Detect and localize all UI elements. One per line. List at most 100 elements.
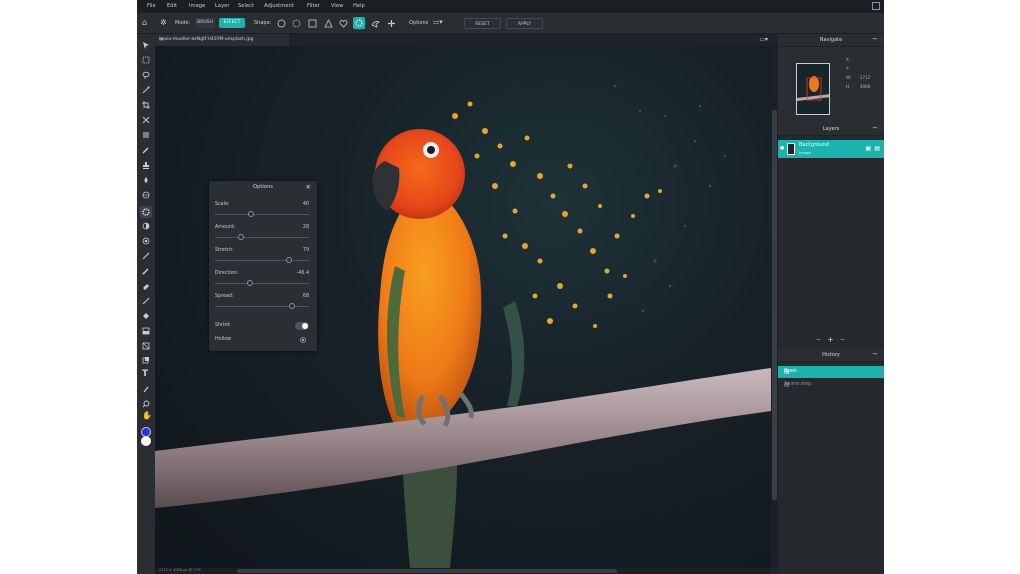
apply-button[interactable]: APPLY (506, 18, 543, 29)
vertical-scrollbar[interactable] (771, 46, 778, 568)
slider-track[interactable] (215, 260, 309, 261)
effect-tool-icon[interactable] (140, 206, 152, 218)
layer-type: Image (799, 150, 811, 155)
shape-triangle-icon[interactable] (324, 19, 333, 28)
frame-tool-icon[interactable] (142, 131, 150, 139)
layer-down-icon[interactable]: − (816, 336, 821, 343)
direction-value: -46.4 (296, 271, 309, 276)
slice-tool-icon[interactable] (142, 116, 150, 124)
crop-tool-icon[interactable] (142, 101, 150, 109)
mode-brush-button[interactable]: BRUSH (195, 18, 215, 28)
shrink-toggle[interactable] (295, 322, 309, 330)
shape-heart-icon[interactable] (339, 19, 348, 28)
layer-menu-icon[interactable]: ▤ (874, 145, 880, 152)
menu-bar: File Edit Image Layer Select Adjustment … (137, 0, 884, 14)
menu-help[interactable]: Help (353, 3, 365, 9)
layers-panel (778, 136, 884, 350)
path-select-tool-icon[interactable] (142, 385, 150, 393)
shape-square-icon[interactable] (308, 19, 317, 28)
layer-thumbnail (787, 143, 795, 155)
layers-tool-icon[interactable] (142, 356, 150, 364)
slider-handle[interactable] (246, 280, 253, 286)
menu-view[interactable]: View (331, 3, 343, 9)
sphere-tool-icon[interactable] (142, 191, 150, 199)
background-color-swatch[interactable] (141, 436, 151, 446)
sponge-tool-icon[interactable] (142, 237, 150, 245)
brush-tool-icon[interactable] (142, 267, 150, 275)
menu-select[interactable]: Select (238, 3, 254, 9)
menu-layer[interactable]: Layer (215, 3, 229, 9)
drop-tool-icon[interactable] (142, 176, 150, 184)
layers-title: Layers (822, 126, 840, 132)
menu-edit[interactable]: Edit (167, 3, 177, 9)
eraser-tool-icon[interactable] (142, 282, 150, 290)
visibility-icon[interactable]: ● (780, 145, 784, 151)
document-tab[interactable]: bexio-mueller-aeNgtFH4SYM-unsplash.jpg × (155, 34, 289, 46)
amount-slider[interactable]: Amount: 28 (215, 225, 311, 245)
slider-handle[interactable] (247, 211, 254, 217)
history-title: History (822, 352, 840, 358)
history-item[interactable]: Open ▤ (778, 366, 884, 378)
shape-bird-icon[interactable] (371, 19, 380, 28)
slider-track[interactable] (215, 283, 309, 284)
slider-track[interactable] (215, 237, 309, 238)
horizontal-scrollbar[interactable] (155, 568, 771, 574)
stamp-tool-icon[interactable] (142, 161, 150, 169)
spread-slider[interactable]: Spread: 68 (215, 294, 311, 314)
slider-handle[interactable] (289, 303, 296, 309)
foreground-color-swatch[interactable] (141, 427, 151, 437)
collapse-icon[interactable]: − (872, 124, 878, 132)
reset-button[interactable]: RESET (464, 18, 501, 29)
close-icon[interactable]: ✕ (306, 183, 311, 191)
lasso-tool-icon[interactable] (142, 71, 150, 79)
type-tool-icon[interactable]: T (142, 370, 150, 379)
shape-cross-icon[interactable] (387, 19, 396, 28)
window-button[interactable] (872, 2, 880, 10)
shape-circle-dashed-icon[interactable] (292, 19, 301, 28)
layer-row[interactable]: ● Background Image ▣ ▤ (778, 140, 884, 158)
home-icon[interactable]: ⌂ (142, 18, 147, 27)
dodge-tool-icon[interactable] (142, 222, 150, 230)
horizontal-scroll-thumb[interactable] (237, 569, 617, 573)
options-bar: ⌂ ✲ Mode: BRUSH EFFECT Shape: Options ⚏▾… (137, 14, 884, 34)
menu-filter[interactable]: Filter (307, 3, 320, 9)
smudge-tool-icon[interactable] (142, 297, 150, 305)
menu-adjustment[interactable]: Adjustment (264, 3, 294, 9)
eyedropper-tool-icon[interactable] (142, 146, 150, 154)
scale-slider[interactable]: Scale: 40 (215, 202, 311, 222)
marquee-tool-icon[interactable] (142, 56, 150, 64)
history-item[interactable]: Anime step ▤ (778, 379, 884, 391)
shape-tool-icon[interactable] (142, 342, 150, 350)
shape-circle-icon[interactable] (277, 19, 286, 28)
mode-effect-button[interactable]: EFFECT (219, 18, 245, 28)
hollow-radio[interactable] (300, 337, 306, 343)
options-dropdown-icon[interactable]: ⚏▾ (433, 18, 443, 26)
menu-image[interactable]: Image (189, 3, 205, 9)
lock-icon[interactable]: ▣ (865, 145, 871, 152)
move-tool-icon[interactable] (142, 41, 150, 49)
navigator-thumbnail[interactable] (796, 63, 830, 115)
zoom-tool-icon[interactable] (142, 400, 150, 408)
magic-wand-tool-icon[interactable] (142, 86, 150, 94)
slider-handle[interactable] (238, 234, 245, 240)
layer-up-icon[interactable]: − (840, 336, 845, 343)
vertical-scroll-thumb[interactable] (772, 110, 777, 500)
direction-slider[interactable]: Direction: -46.4 (215, 271, 311, 291)
stretch-slider[interactable]: Stretch: 79 (215, 248, 311, 268)
collapse-icon[interactable]: − (872, 35, 878, 43)
menu-file[interactable]: File (147, 3, 156, 9)
collapse-icon[interactable]: − (872, 350, 878, 358)
options-dialog-title: Options (252, 184, 273, 190)
pen-tool-icon[interactable] (142, 252, 150, 260)
slider-handle[interactable] (286, 257, 293, 263)
slider-track[interactable] (215, 214, 309, 215)
height-label: H: (846, 84, 851, 89)
add-layer-icon[interactable]: + (827, 335, 834, 344)
hand-tool-icon[interactable]: ✋ (142, 412, 152, 420)
tab-close-icon[interactable]: × (159, 36, 285, 43)
shape-gear-icon[interactable] (353, 17, 365, 29)
settings-icon[interactable]: ✲ (160, 18, 167, 27)
panel-toggle-icon[interactable]: ▭▾ (759, 36, 768, 43)
gradient-tool-icon[interactable] (142, 327, 150, 335)
bucket-tool-icon[interactable] (142, 312, 150, 320)
